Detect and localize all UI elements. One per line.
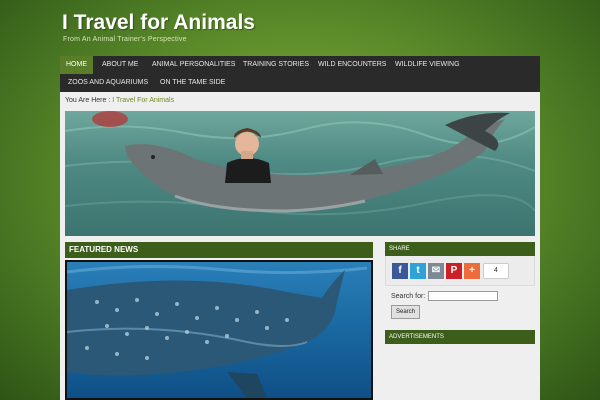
nav-item-training-stories[interactable]: TRAINING STORIES [237, 56, 315, 74]
page-content: You Are Here : I Travel For Animals FEAT… [60, 92, 540, 400]
share-title: SHARE [385, 242, 535, 256]
hero-image[interactable] [65, 111, 535, 236]
nav-item-wildlife-viewing[interactable]: WILDLIFE VIEWING [389, 56, 466, 74]
breadcrumb: You Are Here : I Travel For Animals [65, 97, 174, 104]
pinterest-icon[interactable]: P [446, 263, 462, 279]
advertisements-widget: ADVERTISEMENTS [385, 330, 535, 344]
search-button[interactable]: Search [391, 305, 421, 319]
nav-item-zoos-and-aquariums[interactable]: ZOOS AND AQUARIUMS [62, 74, 154, 92]
breadcrumb-prefix: You Are Here : [65, 97, 111, 104]
whale-shark-illustration [67, 264, 368, 398]
addthis-plus-icon[interactable]: + [464, 263, 480, 279]
dolphin-photo-illustration [65, 111, 535, 216]
search-label: Search for: [391, 293, 426, 300]
nav-item-on-the-tame-side[interactable]: ON THE TAME SIDE [154, 74, 231, 92]
main-nav: HOME ABOUT ME ANIMAL PERSONALITIES TRAIN… [60, 56, 540, 92]
share-count: 4 [483, 263, 509, 279]
email-icon[interactable]: ✉ [428, 263, 444, 279]
twitter-icon[interactable]: t [410, 263, 426, 279]
site-tagline: From An Animal Trainer's Perspective [63, 36, 187, 43]
sidebar: SHARE f t ✉ P + 4 Search for: Search ADV… [385, 242, 535, 400]
breadcrumb-current[interactable]: I Travel For Animals [112, 97, 174, 104]
nav-item-wild-encounters[interactable]: WILD ENCOUNTERS [312, 56, 392, 74]
featured-news-title: FEATURED NEWS [65, 242, 373, 258]
search-input[interactable] [428, 291, 498, 301]
facebook-icon[interactable]: f [392, 263, 408, 279]
nav-item-home[interactable]: HOME [60, 56, 93, 74]
featured-news-image[interactable] [65, 260, 373, 400]
site-title[interactable]: I Travel for Animals [62, 11, 255, 35]
nav-item-animal-personalities[interactable]: ANIMAL PERSONALITIES [146, 56, 241, 74]
share-box: f t ✉ P + 4 [385, 256, 535, 286]
search-widget: Search for: Search [385, 290, 535, 324]
nav-item-about-me[interactable]: ABOUT ME [96, 56, 144, 74]
advertisements-title: ADVERTISEMENTS [385, 330, 535, 344]
featured-news-section: FEATURED NEWS [65, 242, 373, 400]
